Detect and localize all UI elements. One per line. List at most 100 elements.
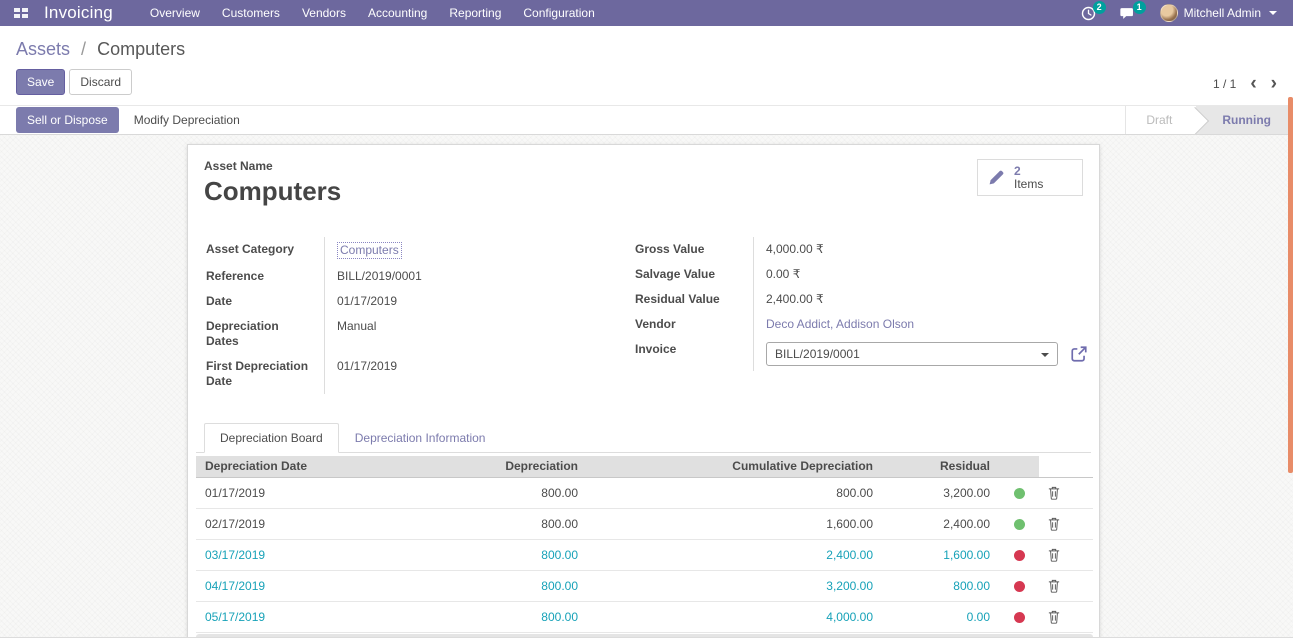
depreciation-cell[interactable]: 800.00 <box>426 508 587 539</box>
asset-name-value[interactable]: Computers <box>204 176 1083 207</box>
page-footer <box>0 637 1293 644</box>
messages-menu[interactable]: 1 <box>1110 0 1146 26</box>
depreciation-date-cell[interactable]: 03/17/2019 <box>196 539 426 570</box>
field-input-date[interactable]: 01/17/2019 <box>337 294 397 308</box>
posted-dot-icon <box>1014 519 1025 530</box>
residual-cell[interactable]: 1,600.00 <box>882 539 999 570</box>
depreciation-row[interactable]: 03/17/2019800.002,400.001,600.00 <box>196 539 1093 570</box>
app-name[interactable]: Invoicing <box>44 3 113 23</box>
column-cumulative-depreciation[interactable]: Cumulative Depreciation <box>587 456 882 477</box>
form-view: Asset Name Computers 2 Items Asset Categ… <box>0 135 1293 637</box>
sell-or-dispose-button[interactable]: Sell or Dispose <box>16 107 119 133</box>
left-field-group: Asset CategoryComputersReferenceBILL/201… <box>206 237 599 394</box>
nav-item-overview[interactable]: Overview <box>139 0 211 26</box>
user-name: Mitchell Admin <box>1184 6 1261 20</box>
delete-cell[interactable] <box>1039 477 1093 508</box>
vertical-scrollbar-thumb[interactable] <box>1288 97 1293 473</box>
top-navbar: Invoicing OverviewCustomersVendorsAccoun… <box>0 0 1293 26</box>
depreciation-cell[interactable]: 800.00 <box>426 601 587 632</box>
field-value-asset-category: Computers <box>324 237 599 264</box>
delete-row-button[interactable] <box>1048 486 1084 500</box>
depreciation-board-table: Depreciation Date Depreciation Cumulativ… <box>196 456 1093 633</box>
discard-button[interactable]: Discard <box>69 69 132 95</box>
cumulative-depreciation-cell[interactable]: 800.00 <box>587 477 882 508</box>
delete-row-button[interactable] <box>1048 610 1084 624</box>
field-input-depreciation-dates[interactable]: Manual <box>337 319 376 333</box>
pager-previous-icon[interactable]: ‹ <box>1250 77 1256 91</box>
cumulative-depreciation-cell[interactable]: 1,600.00 <box>587 508 882 539</box>
chevron-down-icon <box>1269 11 1277 15</box>
residual-cell[interactable]: 800.00 <box>882 570 999 601</box>
column-residual[interactable]: Residual <box>882 456 999 477</box>
depreciation-row[interactable]: 04/17/2019800.003,200.00800.00 <box>196 570 1093 601</box>
field-input-salvage-value[interactable]: 0.00 ₹ <box>766 267 800 281</box>
activities-badge: 2 <box>1093 1 1106 14</box>
trash-icon <box>1048 486 1060 500</box>
depreciation-date-cell[interactable]: 02/17/2019 <box>196 508 426 539</box>
pager-next-icon[interactable]: › <box>1271 77 1277 91</box>
state-draft[interactable]: Draft <box>1126 106 1196 135</box>
tab-depreciation-information[interactable]: Depreciation Information <box>339 423 502 453</box>
delete-cell[interactable] <box>1039 601 1093 632</box>
field-link-vendor[interactable]: Deco Addict, Addison Olson <box>766 317 914 331</box>
activities-menu[interactable]: 2 <box>1071 0 1106 26</box>
horizontal-scrollbar[interactable] <box>196 634 1093 638</box>
right-field-group: Gross Value4,000.00 ₹Salvage Value0.00 ₹… <box>635 237 1083 394</box>
delete-row-button[interactable] <box>1048 517 1084 531</box>
state-running[interactable]: Running <box>1196 106 1293 135</box>
depreciation-row[interactable]: 05/17/2019800.004,000.000.00 <box>196 601 1093 632</box>
modify-depreciation-button[interactable]: Modify Depreciation <box>123 107 251 133</box>
residual-cell[interactable]: 3,200.00 <box>882 477 999 508</box>
field-input-residual-value[interactable]: 2,400.00 ₹ <box>766 292 824 306</box>
column-depreciation-date[interactable]: Depreciation Date <box>196 456 426 477</box>
depreciation-row[interactable]: 02/17/2019800.001,600.002,400.00 <box>196 508 1093 539</box>
user-menu[interactable]: Mitchell Admin <box>1150 4 1287 22</box>
delete-row-button[interactable] <box>1048 579 1084 593</box>
field-input-asset-category[interactable]: Computers <box>337 242 402 259</box>
nav-item-reporting[interactable]: Reporting <box>438 0 512 26</box>
posting-status-cell <box>999 601 1039 632</box>
column-depreciation[interactable]: Depreciation <box>426 456 587 477</box>
depreciation-cell[interactable]: 800.00 <box>426 477 587 508</box>
depreciation-date-cell[interactable]: 01/17/2019 <box>196 477 426 508</box>
depreciation-date-cell[interactable]: 05/17/2019 <box>196 601 426 632</box>
items-stat-button[interactable]: 2 Items <box>977 159 1083 196</box>
posting-status-cell <box>999 477 1039 508</box>
save-button[interactable]: Save <box>16 69 65 95</box>
depreciation-date-cell[interactable]: 04/17/2019 <box>196 570 426 601</box>
cumulative-depreciation-cell[interactable]: 3,200.00 <box>587 570 882 601</box>
apps-menu-button[interactable] <box>6 0 36 26</box>
field-label-date: Date <box>206 289 324 314</box>
delete-cell[interactable] <box>1039 570 1093 601</box>
field-label-vendor: Vendor <box>635 312 753 337</box>
delete-cell[interactable] <box>1039 508 1093 539</box>
field-input-first-depreciation-date[interactable]: 01/17/2019 <box>337 359 397 373</box>
depreciation-cell[interactable]: 800.00 <box>426 570 587 601</box>
user-avatar <box>1160 4 1178 22</box>
invoice-external-link[interactable] <box>1070 345 1088 363</box>
nav-item-vendors[interactable]: Vendors <box>291 0 357 26</box>
breadcrumb-assets-link[interactable]: Assets <box>16 39 70 59</box>
delete-cell[interactable] <box>1039 539 1093 570</box>
delete-row-button[interactable] <box>1048 548 1084 562</box>
dropdown-caret-icon <box>1041 353 1049 357</box>
tab-depreciation-board[interactable]: Depreciation Board <box>204 423 339 453</box>
invoice-dropdown[interactable]: BILL/2019/0001 <box>766 342 1058 366</box>
nav-item-configuration[interactable]: Configuration <box>512 0 605 26</box>
nav-item-accounting[interactable]: Accounting <box>357 0 438 26</box>
cumulative-depreciation-cell[interactable]: 2,400.00 <box>587 539 882 570</box>
depreciation-cell[interactable]: 800.00 <box>426 539 587 570</box>
external-link-icon[interactable] <box>1070 345 1088 363</box>
messages-badge: 1 <box>1133 1 1146 14</box>
depreciation-row[interactable]: 01/17/2019800.00800.003,200.00 <box>196 477 1093 508</box>
residual-cell[interactable]: 2,400.00 <box>882 508 999 539</box>
items-label: Items <box>1014 178 1043 190</box>
residual-cell[interactable]: 0.00 <box>882 601 999 632</box>
field-label-gross-value: Gross Value <box>635 237 753 262</box>
notebook: Depreciation Board Depreciation Informat… <box>196 422 1091 637</box>
field-value-vendor: Deco Addict, Addison Olson <box>753 312 1088 337</box>
field-input-reference[interactable]: BILL/2019/0001 <box>337 269 422 283</box>
cumulative-depreciation-cell[interactable]: 4,000.00 <box>587 601 882 632</box>
field-input-gross-value[interactable]: 4,000.00 ₹ <box>766 242 824 256</box>
nav-item-customers[interactable]: Customers <box>211 0 291 26</box>
